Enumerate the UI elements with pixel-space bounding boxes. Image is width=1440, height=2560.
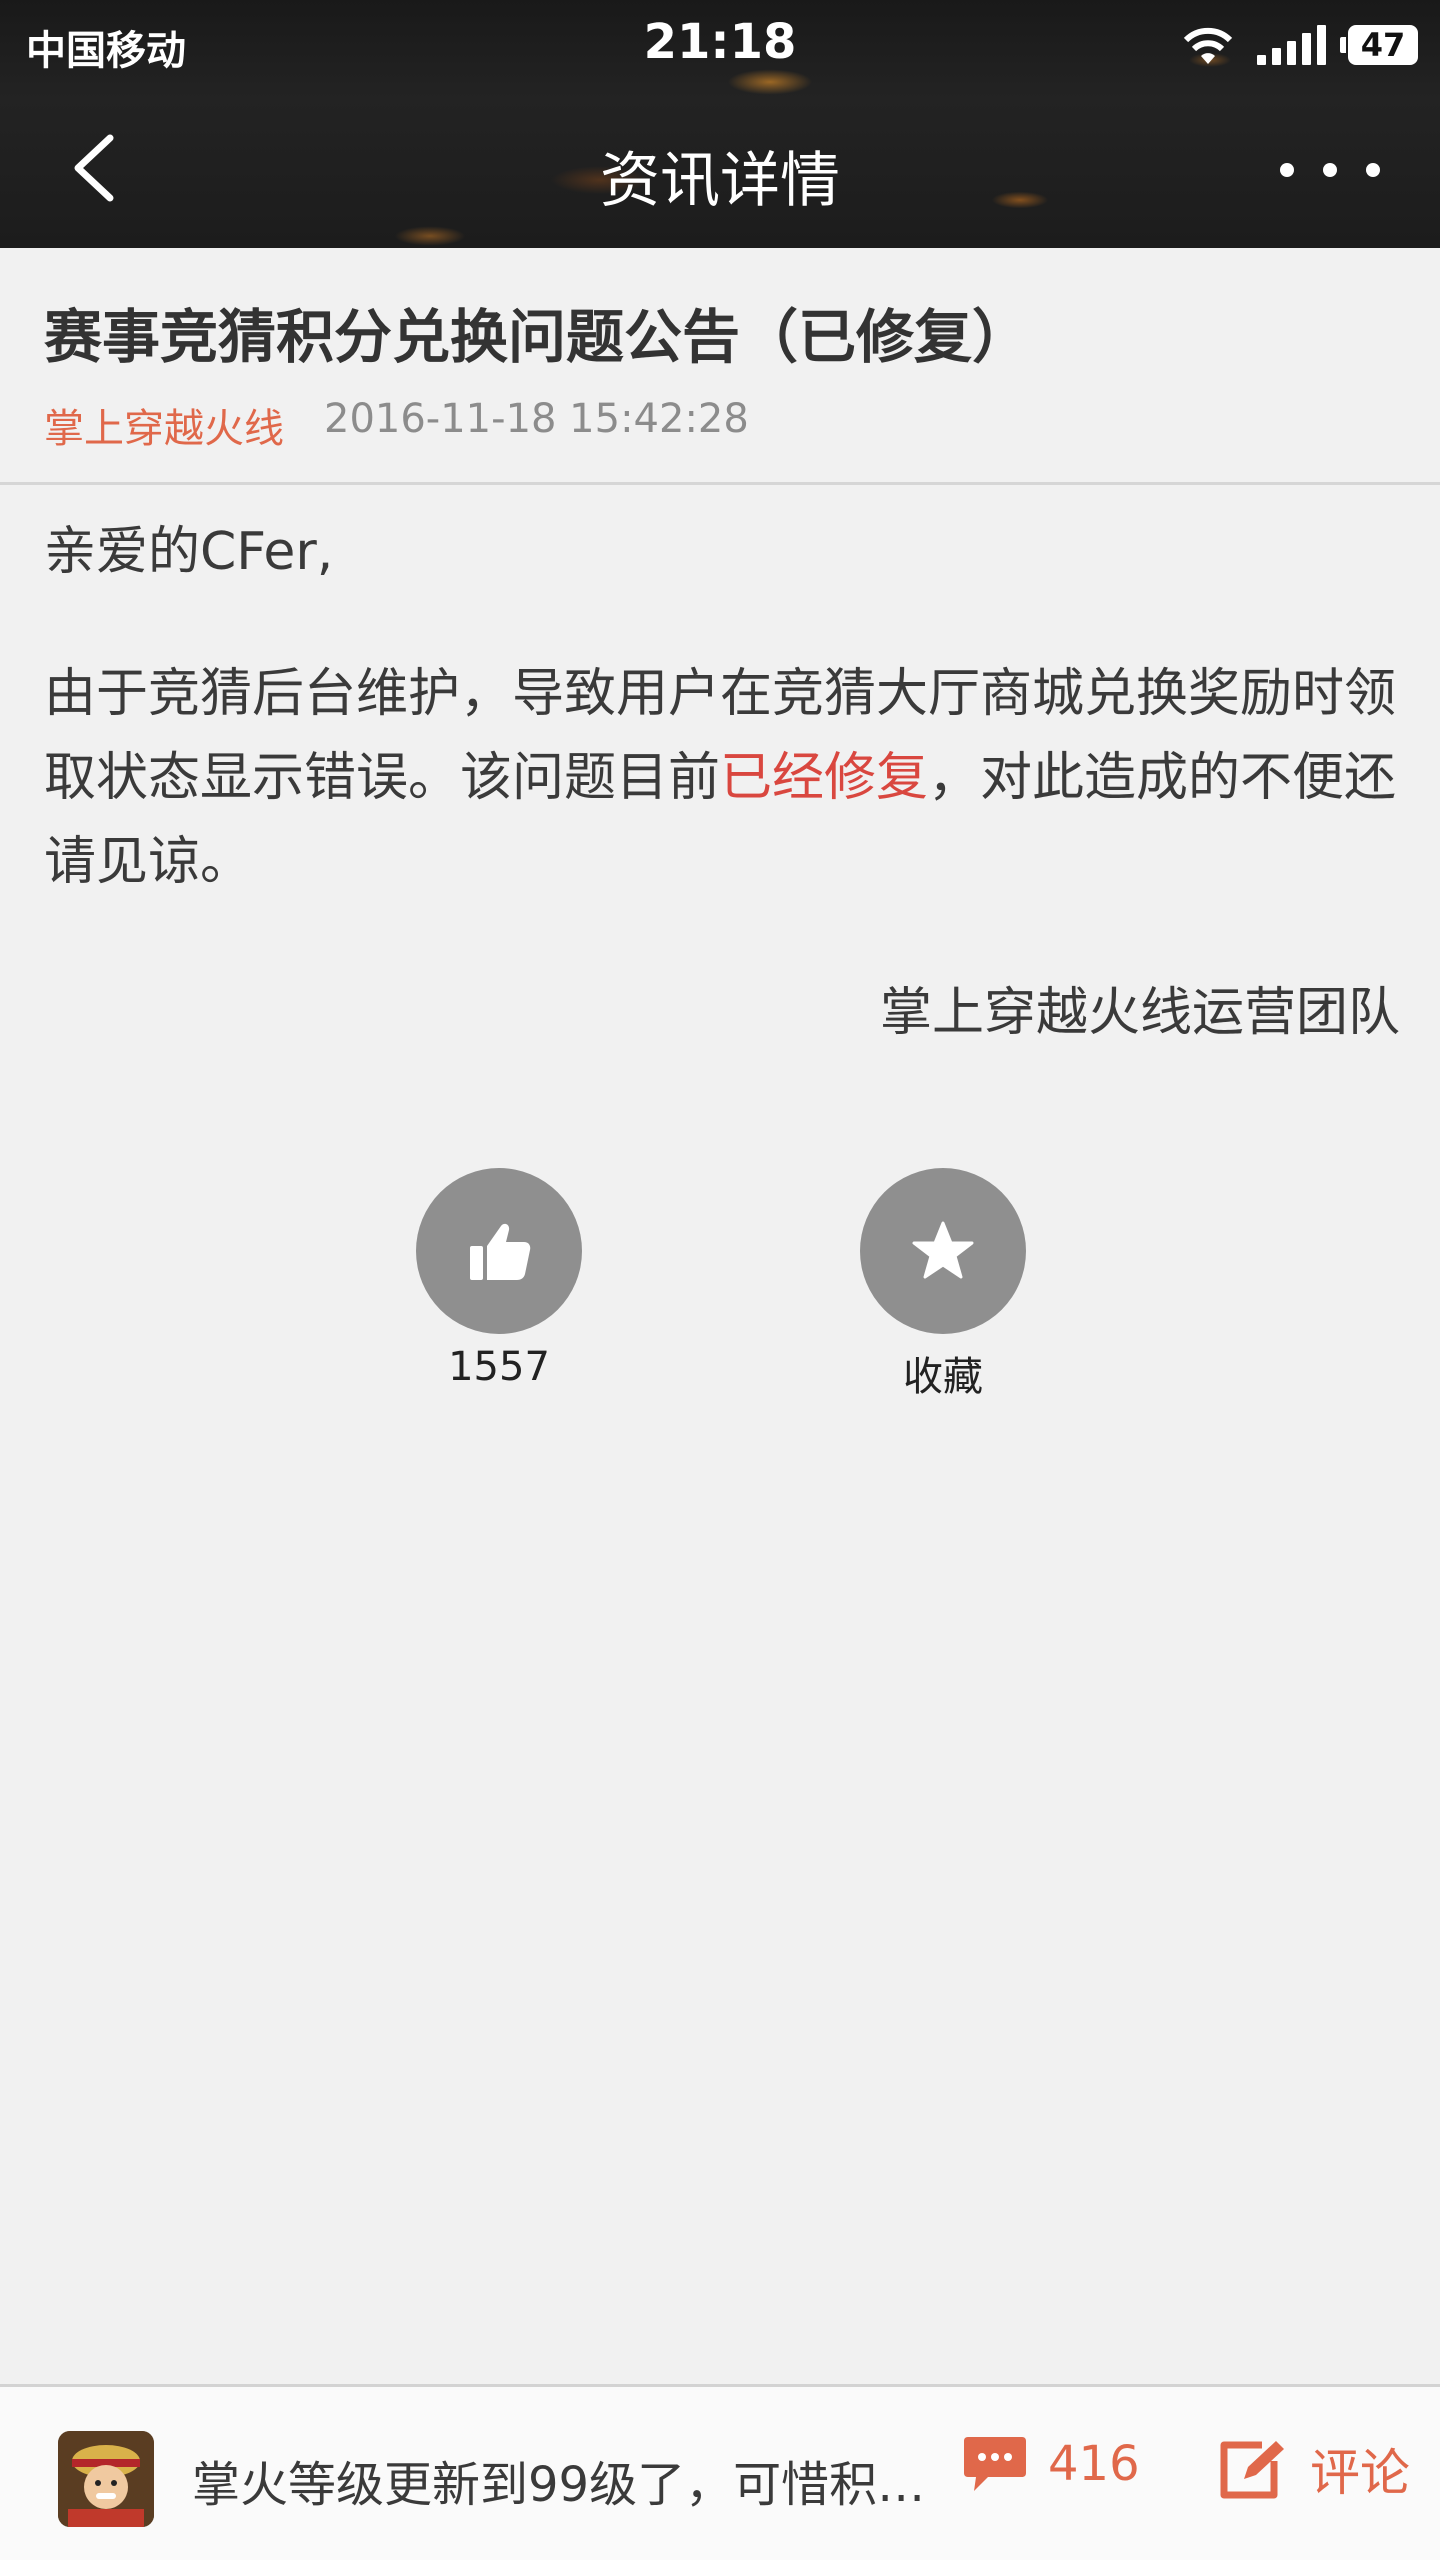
like-count: 1557 [448,1344,550,1390]
bottom-comment-bar: 掌火等级更新到99级了，可惜积分不够用啊 416 评论 [0,2384,1440,2560]
favorite-circle[interactable] [860,1168,1026,1334]
article-paragraph: 由于竞猜后台维护，导致用户在竞猜大厅商城兑换奖励时领取状态显示错误。该问题目前已… [44,652,1404,904]
comment-bubble-icon [964,2437,1026,2491]
favorite-button[interactable]: 收藏 [858,1168,1028,1402]
like-circle[interactable] [416,1168,582,1334]
latest-comment-preview[interactable]: 掌火等级更新到99级了，可惜积分不够用啊 [192,2445,932,2515]
article-title: 赛事竞猜积分兑换问题公告（已修复） [44,303,1031,371]
top-banner: 中国移动 21:18 47 资讯详情 [0,0,1440,248]
battery-level: 47 [1360,26,1406,64]
news-detail-screen: 中国移动 21:18 47 资讯详情 赛事竞猜积分兑换问题公告（已修复） 掌上穿… [0,0,1440,2560]
wifi-icon [1181,24,1235,66]
more-dot-icon [1280,163,1294,177]
divider [0,482,1440,485]
more-options-button[interactable] [1280,140,1380,200]
signal-icon [1257,25,1326,65]
status-bar: 中国移动 21:18 47 [0,0,1440,90]
more-dot-icon [1366,163,1380,177]
highlight-text: 已经修复 [720,748,929,808]
like-button[interactable]: 1557 [414,1168,584,1390]
battery-icon: 47 [1340,25,1418,65]
write-comment-label: 评论 [1310,2444,1410,2502]
article-meta: 掌上穿越火线 2016-11-18 15:42:28 [44,396,749,454]
user-avatar-icon [58,2431,154,2527]
avatar[interactable] [58,2431,154,2527]
article-signature: 掌上穿越火线运营团队 [879,983,1400,1043]
comment-count-button[interactable]: 416 [962,2433,1140,2495]
thumbs-up-icon [470,1223,531,1280]
page-title: 资讯详情 [600,146,840,216]
edit-icon [1220,2441,1284,2499]
write-comment-button[interactable]: 评论 [1218,2433,1410,2505]
article-greeting: 亲爱的CFer, [44,522,334,582]
favorite-label: 收藏 [903,1354,983,1400]
status-icons: 47 [1181,18,1418,72]
star-icon [912,1221,974,1279]
article-date: 2016-11-18 15:42:28 [324,396,749,442]
comment-count: 416 [1048,2436,1140,2492]
article-source[interactable]: 掌上穿越火线 [44,396,284,454]
nav-bar: 资讯详情 [0,90,1440,248]
more-dot-icon [1323,163,1337,177]
